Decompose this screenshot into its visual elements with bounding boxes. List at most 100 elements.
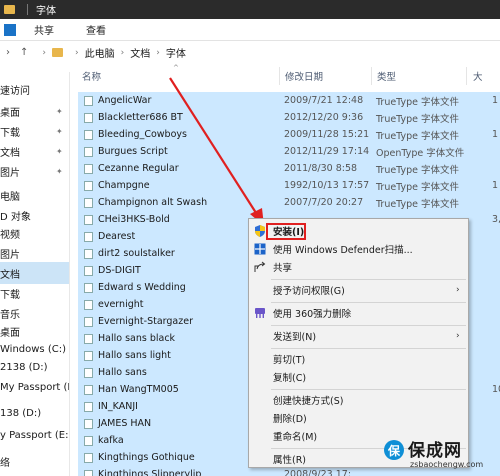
sidebar-item[interactable]: 络	[0, 450, 69, 472]
file-type: TrueType 字体文件	[376, 164, 460, 176]
menu-item-cut[interactable]: 剪切(T)	[249, 350, 468, 368]
file-row[interactable]: Champgne 1992/10/13 17:57 TrueType 字体文件 1	[78, 177, 500, 194]
pin-icon[interactable]: ✦	[56, 107, 63, 116]
font-file-icon	[84, 334, 93, 344]
sidebar-item-label: 138 (D:)	[0, 407, 42, 419]
sidebar-item-label: 文档	[0, 147, 20, 159]
sidebar-item[interactable]: 视频	[0, 222, 69, 244]
sidebar-item[interactable]: 文档 ✦	[0, 140, 69, 162]
file-name: DS-DIGIT	[98, 265, 141, 276]
sidebar-item-label: 图片	[0, 249, 20, 261]
sidebar-item[interactable]: y Passport (E:)	[0, 424, 69, 446]
breadcrumb-fonts[interactable]: 字体	[166, 45, 186, 60]
font-file-icon	[84, 300, 93, 310]
font-file-icon	[84, 130, 93, 140]
font-file-icon	[84, 385, 93, 395]
column-header-date[interactable]: 修改日期	[285, 66, 323, 86]
sidebar-item[interactable]: 2138 (D:)	[0, 356, 69, 378]
sidebar-item[interactable]: 速访问	[0, 78, 69, 100]
pin-icon[interactable]: ✦	[56, 127, 63, 136]
sidebar-item-label: 2138 (D:)	[0, 361, 48, 373]
file-name: Hallo sans	[98, 367, 147, 378]
sidebar-item[interactable]: 电脑	[0, 184, 69, 206]
column-divider[interactable]	[466, 67, 467, 85]
menu-item-defender-scan[interactable]: 使用 Windows Defender扫描...	[249, 240, 468, 258]
pin-icon[interactable]: ✦	[56, 147, 63, 156]
file-row[interactable]: Bleeding_Cowboys 2009/11/28 15:21 TrueType…	[78, 126, 500, 143]
window-title: 字体	[36, 6, 56, 17]
font-file-icon	[84, 215, 93, 225]
sidebar-item[interactable]: 下载	[0, 282, 69, 304]
file-size: 1	[492, 95, 499, 106]
file-tab[interactable]	[4, 23, 16, 36]
file-type: TrueType 字体文件	[376, 130, 460, 142]
menu-label: 属性(R)	[273, 455, 307, 466]
sidebar-item-label: D 对象	[0, 211, 31, 223]
sidebar-item-label: 下载	[0, 127, 20, 139]
breadcrumb[interactable]: › › 此电脑 › 文档 › 字体	[36, 45, 186, 61]
file-name: AngelicWar	[98, 95, 152, 106]
menu-item-send-to[interactable]: 发送到(N) ›	[249, 327, 468, 345]
menu-item-delete[interactable]: 删除(D)	[249, 409, 468, 427]
sidebar-item[interactable]: 下载 ✦	[0, 120, 69, 142]
file-name: Champgne	[98, 180, 150, 191]
sidebar-item-label: 络	[0, 457, 10, 469]
file-name: Dearest	[98, 231, 136, 242]
sidebar-item[interactable]: 文档	[0, 262, 69, 284]
file-date: 1992/10/13 17:57	[284, 180, 370, 191]
breadcrumb-this-pc[interactable]: 此电脑	[85, 45, 115, 60]
breadcrumb-documents[interactable]: 文档	[130, 45, 150, 60]
sidebar-item-label: 下载	[0, 289, 20, 301]
column-header-type[interactable]: 类型	[377, 66, 396, 86]
column-divider[interactable]	[371, 67, 372, 85]
file-row[interactable]: Blackletter686 BT 2012/12/20 9:36 TrueType…	[78, 109, 500, 126]
pin-icon[interactable]: ✦	[56, 167, 63, 176]
font-file-icon	[84, 351, 93, 361]
sidebar-item-label: 电脑	[0, 191, 20, 203]
file-row[interactable]: Burgues Script 2012/11/29 17:14 OpenType 字…	[78, 143, 500, 160]
menu-separator	[271, 302, 466, 303]
font-file-icon	[84, 402, 93, 412]
file-name: Kingthings Slipperylip	[98, 469, 202, 476]
file-name: Evernight-Stargazer	[98, 316, 193, 327]
file-date: 2009/11/28 15:21	[284, 129, 370, 140]
tab-share[interactable]: 共享	[34, 22, 54, 37]
menu-item-install[interactable]: 安装(I)	[249, 222, 468, 240]
font-file-icon	[84, 436, 93, 446]
file-type: TrueType 字体文件	[376, 113, 460, 125]
file-date: 2009/7/21 12:48	[284, 95, 364, 106]
column-header-size[interactable]: 大	[473, 66, 483, 86]
file-type: TrueType 字体文件	[376, 198, 460, 210]
file-row[interactable]: Champignon alt Swash 2007/7/20 20:27 TrueT…	[78, 194, 500, 211]
file-name: Hallo sans light	[98, 350, 171, 361]
column-header-name[interactable]: 名称	[82, 66, 101, 86]
font-file-icon	[84, 419, 93, 429]
file-size: 3,0	[492, 214, 500, 225]
file-row[interactable]: Cezanne Regular 2011/8/30 8:58 TrueType 字体…	[78, 160, 500, 177]
chevron-right-icon[interactable]: ›	[6, 47, 10, 58]
column-divider[interactable]	[279, 67, 280, 85]
file-type: OpenType 字体文件	[376, 147, 465, 159]
watermark-title: 保成网	[408, 441, 462, 461]
menu-item-grant-access[interactable]: 授予访问权限(G) ›	[249, 281, 468, 299]
file-row[interactable]: AngelicWar 2009/7/21 12:48 TrueType 字体文件 1	[78, 92, 500, 109]
menu-item-copy[interactable]: 复制(C)	[249, 368, 468, 386]
font-file-icon	[84, 368, 93, 378]
menu-item-create-shortcut[interactable]: 创建快捷方式(S)	[249, 391, 468, 409]
tab-view[interactable]: 查看	[86, 22, 106, 37]
file-type: TrueType 字体文件	[376, 96, 460, 108]
font-file-icon	[84, 266, 93, 276]
watermark-logo: 保	[384, 440, 404, 460]
sidebar-item[interactable]: My Passport (E:)	[0, 376, 69, 398]
menu-item-force-delete[interactable]: 使用 360强力删除	[249, 304, 468, 322]
menu-label: 使用 360强力删除	[273, 309, 352, 320]
sidebar-item[interactable]: 桌面 ✦	[0, 100, 69, 122]
menu-item-share[interactable]: 共享	[249, 258, 468, 276]
file-type: TrueType 字体文件	[376, 181, 460, 193]
sidebar-item[interactable]: 138 (D:)	[0, 402, 69, 424]
sidebar-item[interactable]: 图片 ✦	[0, 160, 69, 182]
sidebar-item[interactable]: 图片	[0, 242, 69, 264]
ribbon-tabs: 共享 查看	[0, 19, 500, 41]
up-arrow-icon[interactable]: ↑	[20, 47, 28, 58]
font-file-icon	[84, 232, 93, 242]
